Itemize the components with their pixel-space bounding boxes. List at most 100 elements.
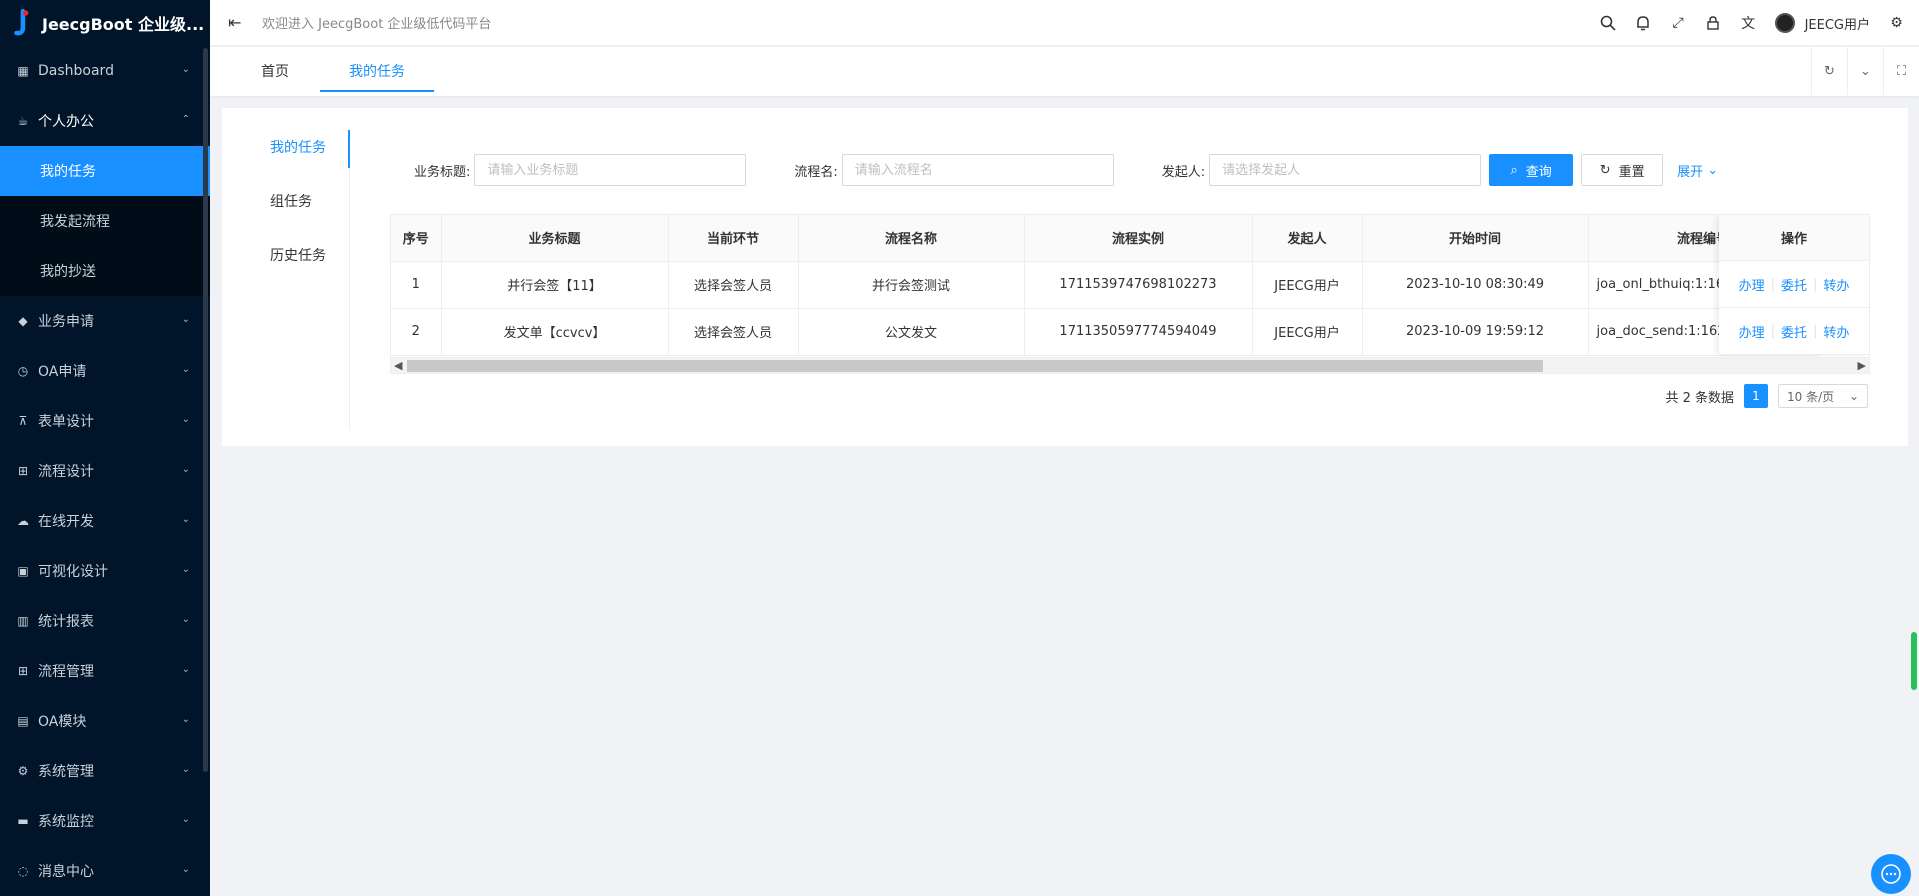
cell-instance: 1711350597774594049 xyxy=(1024,308,1253,356)
starter-select[interactable] xyxy=(1209,154,1482,186)
sidebar-item-my-cc[interactable]: 我的抄送 xyxy=(0,246,210,296)
reset-button[interactable]: ↻ 重置 xyxy=(1581,154,1664,186)
sidebar-item-online-dev[interactable]: ☁ 在线开发 ⌄ xyxy=(0,496,210,546)
cell-index: 2 xyxy=(391,308,442,356)
column-header[interactable]: 发起人 xyxy=(1252,215,1363,262)
vtab-history-tasks[interactable]: 历史任务 xyxy=(222,238,349,292)
handle-link[interactable]: 办理 xyxy=(1739,322,1765,341)
sidebar-item-dashboard[interactable]: ▦ Dashboard ⌄ xyxy=(0,46,210,96)
chevron-down-icon: ⌄ xyxy=(181,764,190,775)
column-header[interactable]: 当前环节 xyxy=(668,215,799,262)
ops-row: 办理 | 委托 | 转办 xyxy=(1719,261,1869,308)
cell-title: 发文单【ccvcv】 xyxy=(441,308,669,356)
scroll-right-icon[interactable]: ▶ xyxy=(1858,358,1866,373)
column-header[interactable]: 流程名称 xyxy=(798,215,1025,262)
transfer-link[interactable]: 转办 xyxy=(1823,322,1849,341)
chevron-up-icon: ⌃ xyxy=(181,114,190,125)
menu-fold-icon[interactable]: ⇤ xyxy=(228,13,246,32)
sidebar-item-oa-apply[interactable]: ◷ OA申请 ⌄ xyxy=(0,346,210,396)
sidebar-item-label: 个人办公 xyxy=(38,114,94,130)
dashboard-icon: ▦ xyxy=(17,64,29,78)
cell-index: 1 xyxy=(391,261,442,309)
page-1-button[interactable]: 1 xyxy=(1744,384,1768,408)
lock-icon[interactable] xyxy=(1705,15,1722,32)
chevron-down-icon: ⌄ xyxy=(1707,162,1719,178)
chat-icon[interactable] xyxy=(1871,854,1911,894)
logo-icon xyxy=(14,8,29,36)
search-form: 业务标题: 流程名: 发起人: ⌕ 查询 ↻ 重置 展开 ⌄ xyxy=(390,154,1718,186)
sidebar-item-my-started[interactable]: 我发起流程 xyxy=(0,196,210,246)
scroll-thumb[interactable] xyxy=(407,360,1543,372)
title-input[interactable] xyxy=(474,154,747,186)
sidebar-item-system-manage[interactable]: ⚙ 系统管理 ⌄ xyxy=(0,746,210,796)
app-title: JeecgBoot 企业级... xyxy=(42,15,205,34)
cell-start-time: 2023-10-09 19:59:12 xyxy=(1362,308,1589,356)
sidebar-item-visual-design[interactable]: ▣ 可视化设计 ⌄ xyxy=(0,546,210,596)
chevron-down-icon: ⌄ xyxy=(1848,389,1859,403)
delegate-link[interactable]: 委托 xyxy=(1781,322,1807,341)
logo[interactable]: JeecgBoot 企业级... xyxy=(0,0,210,46)
expand-label: 展开 xyxy=(1677,164,1704,180)
chevron-down-icon: ⌄ xyxy=(181,614,190,625)
refresh-icon[interactable]: ↻ xyxy=(1811,47,1847,95)
translate-icon[interactable]: 文 xyxy=(1740,15,1757,32)
sidebar-item-label: 可视化设计 xyxy=(38,564,108,580)
scroll-left-icon[interactable]: ◀ xyxy=(394,358,402,373)
sidebar-scrollbar[interactable] xyxy=(203,48,208,772)
sidebar-item-oa-module[interactable]: ▤ OA模块 ⌄ xyxy=(0,696,210,746)
vtab-group-tasks[interactable]: 组任务 xyxy=(222,184,349,238)
column-header[interactable]: 流程实例 xyxy=(1024,215,1253,262)
sidebar-item-flow-manage[interactable]: ⊞ 流程管理 ⌄ xyxy=(0,646,210,696)
sidebar-item-message-center[interactable]: ◌ 消息中心 ⌄ xyxy=(0,846,210,896)
transfer-link[interactable]: 转办 xyxy=(1823,275,1849,294)
search-icon[interactable] xyxy=(1600,15,1617,32)
cell-title: 并行会签【11】 xyxy=(441,261,669,309)
sidebar-item-label: 表单设计 xyxy=(38,414,94,430)
fullscreen-icon[interactable]: ⤢ xyxy=(1670,15,1687,32)
reset-label: 重置 xyxy=(1618,164,1645,180)
page-size-select[interactable]: 10 条/页 ⌄ xyxy=(1778,384,1868,408)
tab-my-tasks[interactable]: 我的任务 xyxy=(320,47,434,92)
sidebar-item-reports[interactable]: ▥ 统计报表 ⌄ xyxy=(0,596,210,646)
query-button[interactable]: ⌕ 查询 xyxy=(1489,154,1574,186)
expand-link[interactable]: 展开 ⌄ xyxy=(1677,161,1718,180)
sidebar-item-form-design[interactable]: ⊼ 表单设计 ⌄ xyxy=(0,396,210,446)
handle-link[interactable]: 办理 xyxy=(1739,275,1765,294)
vtab-my-tasks[interactable]: 我的任务 xyxy=(222,130,350,184)
chevron-down-icon: ⌄ xyxy=(181,664,190,675)
task-table-grid: 序号 业务标题 当前环节 流程名称 流程实例 发起人 开始时间 流程编号 1 并… xyxy=(391,215,1819,356)
flow-input[interactable] xyxy=(841,154,1114,186)
main-content: 我的任务 组任务 历史任务 业务标题: 流程名: 发起人: ⌕ 查询 ↻ 重置 … xyxy=(222,108,1908,446)
column-header[interactable]: 开始时间 xyxy=(1362,215,1589,262)
chevron-down-icon[interactable]: ⌄ xyxy=(1847,47,1883,95)
sidebar-item-system-monitor[interactable]: ▬ 系统监控 ⌄ xyxy=(0,796,210,846)
bell-icon[interactable] xyxy=(1635,15,1652,32)
sidebar-item-business-apply[interactable]: ◆ 业务申请 ⌄ xyxy=(0,296,210,346)
tab-home[interactable]: 首页 xyxy=(252,47,298,92)
column-header[interactable]: 序号 xyxy=(391,215,442,262)
alarm-icon: ◷ xyxy=(17,364,29,378)
delegate-link[interactable]: 委托 xyxy=(1781,275,1807,294)
multi-tabs: 首页 我的任务 ↻ ⌄ ⛶ xyxy=(210,47,1919,96)
sidebar-item-label: 系统监控 xyxy=(38,814,94,830)
chevron-down-icon: ⌄ xyxy=(181,564,190,575)
sidebar-item-my-tasks[interactable]: 我的任务 xyxy=(0,146,210,196)
cluster-icon: ⊼ xyxy=(18,414,28,428)
sidebar-item-flow-design[interactable]: ⊞ 流程设计 ⌄ xyxy=(0,446,210,496)
column-header[interactable]: 业务标题 xyxy=(441,215,669,262)
tab-tools: ↻ ⌄ ⛶ xyxy=(1811,47,1919,95)
avatar xyxy=(1774,13,1795,33)
user-menu[interactable]: JEECG用户 xyxy=(1774,13,1870,33)
cell-start-time: 2023-10-10 08:30:49 xyxy=(1362,261,1589,309)
chevron-down-icon: ⌄ xyxy=(181,514,190,525)
page-scroll-indicator[interactable] xyxy=(1911,632,1917,690)
sidebar: JeecgBoot 企业级... ▦ Dashboard ⌄ ☕ 个人办公 ⌃ … xyxy=(0,0,210,896)
table-horizontal-scrollbar[interactable]: ◀ ▶ xyxy=(391,357,1869,373)
gear-icon[interactable]: ⚙ xyxy=(1888,15,1905,32)
reload-icon: ↻ xyxy=(1599,162,1611,178)
chart-icon: ▥ xyxy=(17,614,29,628)
cell-flow-name: 并行会签测试 xyxy=(798,261,1025,309)
fold-icon[interactable]: ⛶ xyxy=(1883,47,1919,95)
cell-node: 选择会签人员 xyxy=(668,308,799,356)
sidebar-item-personal-office[interactable]: ☕ 个人办公 ⌃ xyxy=(0,96,210,146)
